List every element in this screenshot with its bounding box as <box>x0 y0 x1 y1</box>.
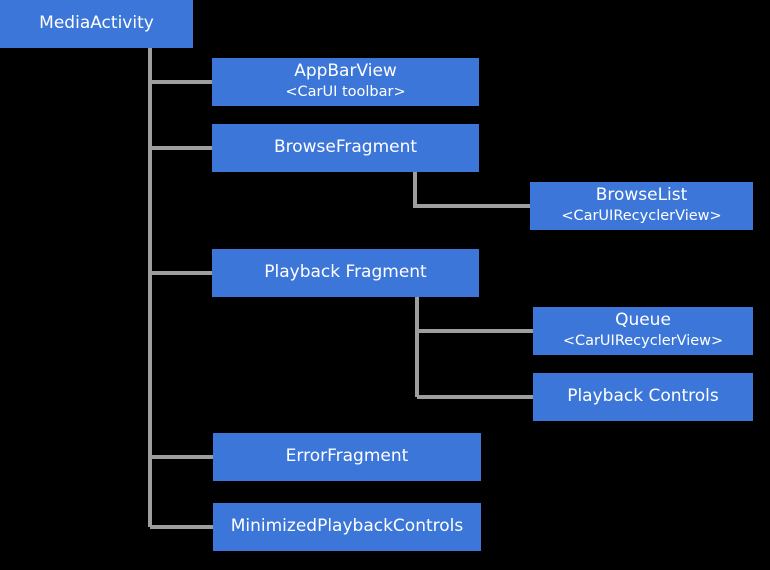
node-playback-controls[interactable]: Playback Controls <box>533 373 753 421</box>
node-queue[interactable]: Queue <CarUIRecyclerView> <box>533 307 753 355</box>
node-title-browse-list: BrowseList <box>595 185 688 206</box>
node-playback-fragment[interactable]: Playback Fragment <box>212 249 479 297</box>
node-title-queue: Queue <box>615 310 671 331</box>
node-error-fragment[interactable]: ErrorFragment <box>213 433 481 481</box>
node-title-error-fragment: ErrorFragment <box>285 446 409 467</box>
node-minimized-playback-controls[interactable]: MinimizedPlaybackControls <box>213 503 481 551</box>
node-title-media-activity: MediaActivity <box>39 13 154 34</box>
node-title-playback-controls: Playback Controls <box>567 386 719 407</box>
node-title-minimized-playback-controls: MinimizedPlaybackControls <box>230 516 464 537</box>
node-subtitle-app-bar-view: <CarUI toolbar> <box>285 83 406 100</box>
node-browse-list[interactable]: BrowseList <CarUIRecyclerView> <box>530 182 753 230</box>
node-media-activity[interactable]: MediaActivity <box>0 0 193 48</box>
node-title-playback-fragment: Playback Fragment <box>264 262 427 283</box>
node-subtitle-queue: <CarUIRecyclerView> <box>562 332 724 349</box>
node-title-app-bar-view: AppBarView <box>294 61 397 82</box>
node-browse-fragment[interactable]: BrowseFragment <box>212 124 479 172</box>
architecture-diagram: MediaActivity AppBarView <CarUI toolbar> Br… <box>0 0 770 570</box>
connector-browse-fragment-to-browse-list <box>413 172 530 208</box>
node-title-browse-fragment: BrowseFragment <box>273 137 418 158</box>
node-subtitle-browse-list: <CarUIRecyclerView> <box>561 207 722 224</box>
node-app-bar-view[interactable]: AppBarView <CarUI toolbar> <box>212 58 479 106</box>
